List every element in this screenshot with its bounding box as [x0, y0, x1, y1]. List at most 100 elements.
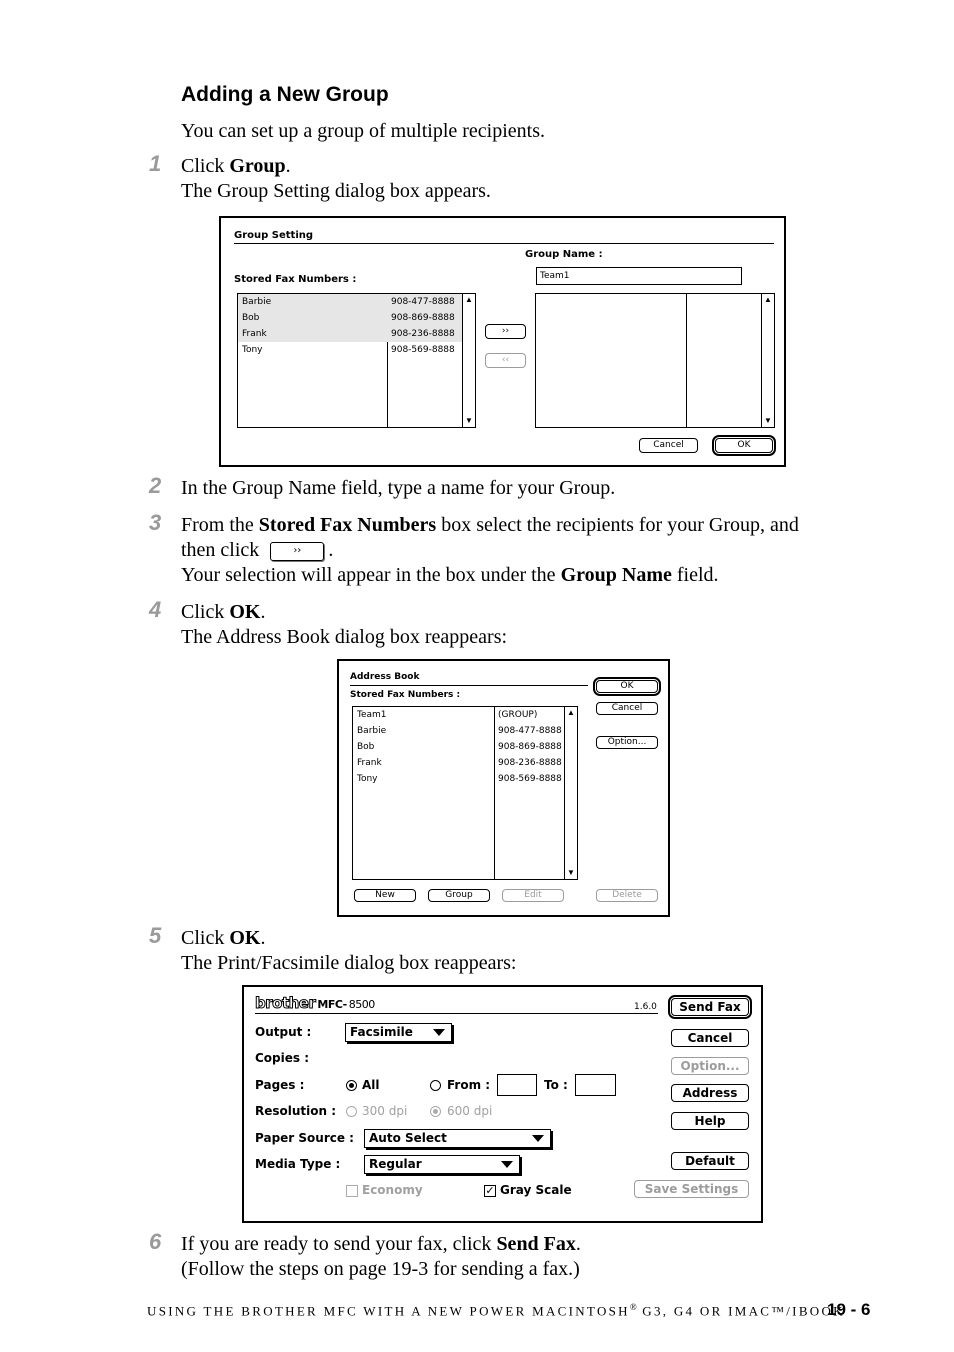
output-select[interactable]: Facsimile	[345, 1023, 452, 1042]
scroll-up-icon[interactable]: ▲	[465, 296, 473, 304]
version-label: 1.6.0	[634, 1002, 657, 1012]
scrollbar[interactable]: ▲ ▼	[462, 294, 475, 427]
step-text: Click Group.	[181, 155, 291, 177]
step-text: Click OK.	[181, 601, 266, 623]
option-button[interactable]: Option...	[596, 736, 658, 749]
list-item[interactable]: Tony 908-569-8888	[353, 771, 565, 787]
group-name-input[interactable]: Team1	[536, 267, 742, 285]
step-text: Your selection will appear in the box un…	[181, 564, 719, 586]
step-number: 4	[149, 597, 162, 622]
pages-to-label: To :	[544, 1078, 568, 1092]
new-button[interactable]: New	[354, 889, 416, 902]
group-setting-dialog: Group Setting Group Name : Team1 Stored …	[219, 216, 786, 467]
scroll-up-icon[interactable]: ▲	[567, 709, 575, 717]
group-button[interactable]: Group	[428, 889, 490, 902]
intro-text: You can set up a group of multiple recip…	[181, 120, 546, 142]
cancel-button[interactable]: Cancel	[639, 438, 698, 453]
brother-logo: brother MFC- 8500	[254, 994, 375, 1013]
chevron-down-icon	[501, 1161, 513, 1168]
remove-from-group-button[interactable]: ‹‹	[485, 353, 526, 368]
stored-fax-numbers-label: Stored Fax Numbers :	[234, 274, 357, 285]
dialog-title: Group Setting	[234, 230, 314, 241]
step-text: The Print/Facsimile dialog box reappears…	[181, 952, 517, 974]
scrollbar[interactable]: ▲ ▼	[564, 707, 577, 879]
step-text: then click ››.	[181, 539, 334, 561]
scroll-up-icon[interactable]: ▲	[764, 296, 772, 304]
list-item[interactable]: Barbie 908-477-8888	[238, 294, 462, 310]
pages-from-input[interactable]	[497, 1074, 537, 1096]
pages-all-radio[interactable]	[346, 1080, 357, 1091]
list-item[interactable]: Frank 908-236-8888	[353, 755, 565, 771]
media-type-label: Media Type :	[255, 1157, 341, 1171]
list-item[interactable]: Tony 908-569-8888	[238, 342, 462, 358]
option-button[interactable]: Option...	[671, 1057, 749, 1075]
step-number: 1	[149, 151, 162, 176]
divider	[350, 685, 588, 686]
scrollbar[interactable]: ▲ ▼	[761, 294, 774, 427]
step-number: 5	[149, 923, 162, 948]
group-name-label: Group Name :	[525, 249, 603, 260]
pages-to-input[interactable]	[575, 1074, 616, 1096]
ok-button[interactable]: OK	[712, 435, 776, 456]
scroll-down-icon[interactable]: ▼	[465, 417, 473, 425]
column-divider	[686, 294, 687, 427]
resolution-label: Resolution :	[255, 1104, 337, 1118]
scroll-down-icon[interactable]: ▼	[567, 869, 575, 877]
default-button[interactable]: Default	[671, 1152, 749, 1170]
step-number: 2	[149, 473, 162, 498]
cancel-button[interactable]: Cancel	[596, 702, 658, 715]
pages-all-label: All	[362, 1078, 380, 1092]
pages-from-radio[interactable]	[430, 1080, 441, 1091]
address-book-dialog: Address Book Stored Fax Numbers : Team1 …	[337, 659, 670, 917]
edit-button[interactable]: Edit	[502, 889, 564, 902]
media-type-select[interactable]: Regular	[364, 1155, 520, 1174]
gray-scale-label: Gray Scale	[500, 1183, 572, 1197]
list-item[interactable]: Bob 908-869-8888	[353, 739, 565, 755]
res-600-label: 600 dpi	[447, 1104, 493, 1118]
divider	[255, 1013, 658, 1014]
list-item[interactable]: Barbie 908-477-8888	[353, 723, 565, 739]
chevron-down-icon	[532, 1135, 544, 1142]
output-label: Output :	[255, 1025, 312, 1039]
gray-scale-checkbox[interactable]: ✓	[484, 1185, 496, 1197]
ok-button[interactable]: OK	[593, 677, 661, 696]
paper-source-select[interactable]: Auto Select	[364, 1129, 551, 1148]
pages-label: Pages :	[255, 1078, 305, 1092]
economy-label: Economy	[362, 1183, 423, 1197]
address-button[interactable]: Address	[671, 1084, 749, 1102]
step-text: If you are ready to send your fax, click…	[181, 1233, 581, 1255]
res-300-radio[interactable]	[346, 1106, 357, 1117]
list-item[interactable]: Frank 908-236-8888	[238, 326, 462, 342]
chevron-down-icon	[433, 1029, 445, 1036]
step-text: From the Stored Fax Numbers box select t…	[181, 514, 799, 536]
add-to-group-button[interactable]: ››	[485, 324, 526, 339]
step-text: The Group Setting dialog box appears.	[181, 180, 491, 202]
send-fax-button[interactable]: Send Fax	[668, 995, 752, 1019]
copies-label: Copies :	[255, 1051, 310, 1065]
stored-fax-list[interactable]: Barbie 908-477-8888 Bob 908-869-8888 Fra…	[237, 293, 476, 428]
pages-from-label: From :	[447, 1078, 491, 1092]
save-settings-button[interactable]: Save Settings	[634, 1180, 749, 1198]
divider	[234, 243, 774, 244]
print-facsimile-dialog: brother MFC- 8500 1.6.0 Output : Facsimile…	[242, 985, 763, 1223]
list-item[interactable]: Team1 (GROUP)	[353, 707, 565, 723]
step-text: Click OK.	[181, 927, 266, 949]
help-button[interactable]: Help	[671, 1112, 749, 1130]
scroll-down-icon[interactable]: ▼	[764, 417, 772, 425]
list-item[interactable]: Bob 908-869-8888	[238, 310, 462, 326]
page-number: 19 - 6	[827, 1300, 871, 1319]
step-text: In the Group Name field, type a name for…	[181, 477, 616, 499]
group-members-list[interactable]: ▲ ▼	[535, 293, 775, 428]
res-300-label: 300 dpi	[362, 1104, 408, 1118]
res-600-radio[interactable]	[430, 1106, 441, 1117]
step-text: The Address Book dialog box reappears:	[181, 626, 508, 648]
address-list[interactable]: Team1 (GROUP) Barbie 908-477-8888 Bob 90…	[352, 706, 578, 880]
inline-add-button-image: ››	[270, 541, 325, 561]
step-number: 6	[149, 1229, 162, 1254]
delete-button[interactable]: Delete	[596, 889, 658, 902]
stored-fax-numbers-label: Stored Fax Numbers :	[350, 690, 461, 700]
dialog-title: Address Book	[350, 672, 420, 682]
cancel-button[interactable]: Cancel	[671, 1029, 749, 1047]
section-title: Adding a New Group	[181, 83, 389, 106]
economy-checkbox[interactable]	[346, 1185, 358, 1197]
